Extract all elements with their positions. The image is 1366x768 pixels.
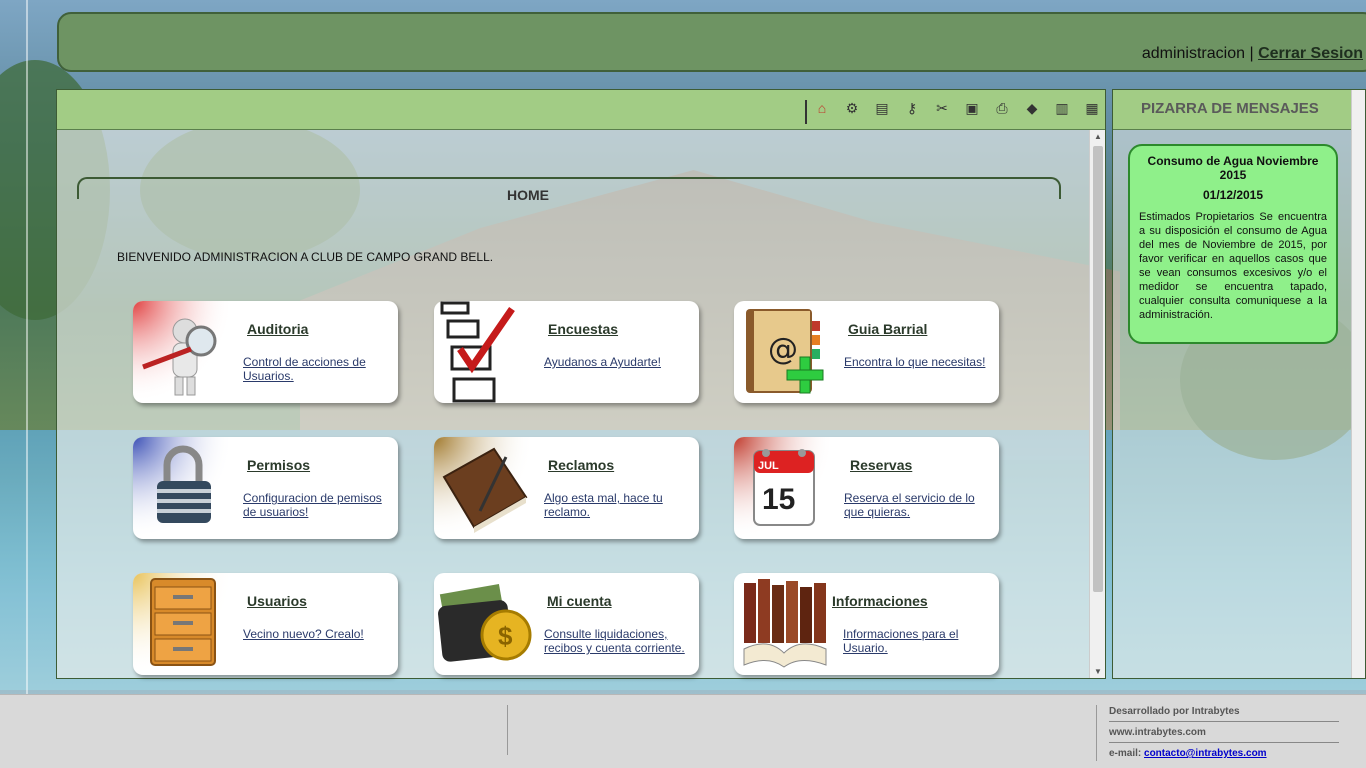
notebook-pen-icon bbox=[434, 437, 534, 539]
card-title[interactable]: Reservas bbox=[850, 457, 912, 473]
card-description[interactable]: Consulte liquidaciones, recibos y cuenta… bbox=[544, 627, 696, 655]
footer-email-label: e-mail: bbox=[1109, 748, 1142, 759]
gear-icon[interactable]: ⚙ bbox=[843, 99, 861, 117]
calendar-month: JUL bbox=[758, 460, 779, 472]
card-description[interactable]: Ayudanos a Ayudarte! bbox=[544, 355, 694, 369]
card-guia-barrial[interactable]: @ Guia Barrial Encontra lo que necesitas… bbox=[734, 301, 999, 403]
toolbar-icons: ⌂ ⚙ ▤ ⚷ ✂ ▣ ⎙ ◆ ▥ ▦ bbox=[813, 99, 1101, 117]
welcome-text: BIENVENIDO ADMINISTRACION A CLUB DE CAMP… bbox=[117, 250, 494, 264]
scroll-up-icon[interactable]: ▲ bbox=[1090, 132, 1106, 141]
scroll-thumb[interactable] bbox=[1093, 146, 1103, 592]
card-description[interactable]: Algo esta mal, hace tu reclamo. bbox=[544, 491, 694, 519]
books-icon bbox=[734, 573, 834, 675]
card-title[interactable]: Auditoria bbox=[247, 321, 308, 337]
card-title[interactable]: Usuarios bbox=[247, 593, 307, 609]
book-icon[interactable]: ▤ bbox=[873, 99, 891, 117]
address-book-icon: @ bbox=[734, 301, 834, 403]
file-cabinet-icon bbox=[133, 573, 233, 675]
magnifier-person-icon bbox=[133, 301, 233, 403]
main-panel: ⌂ ⚙ ▤ ⚷ ✂ ▣ ⎙ ◆ ▥ ▦ HOME BIENVENIDO ADMI… bbox=[56, 89, 1106, 679]
card-permisos[interactable]: Permisos Configuracion de pemisos de usu… bbox=[133, 437, 398, 539]
footer-info: Desarrollado por Intrabytes www.intrabyt… bbox=[1109, 705, 1339, 767]
calculator-icon[interactable]: ▦ bbox=[1083, 99, 1101, 117]
footer-developer: Desarrollado por Intrabytes bbox=[1109, 705, 1339, 722]
card-auditoria[interactable]: Auditoria Control de acciones de Usuario… bbox=[133, 301, 398, 403]
tools-icon[interactable]: ✂ bbox=[933, 99, 951, 117]
card-encuestas[interactable]: Encuestas Ayudanos a Ayudarte! bbox=[434, 301, 699, 403]
card-mi-cuenta[interactable]: $ Mi cuenta Consulte liquidaciones, reci… bbox=[434, 573, 699, 675]
username: administracion bbox=[1141, 45, 1245, 62]
card-title[interactable]: Informaciones bbox=[832, 593, 928, 609]
toolbar-separator bbox=[805, 100, 807, 124]
home-icon[interactable]: ⌂ bbox=[813, 99, 831, 117]
card-description[interactable]: Reserva el servicio de lo que quieras. bbox=[844, 491, 994, 519]
home-frame bbox=[77, 177, 1061, 199]
svg-text:$: $ bbox=[498, 621, 513, 651]
svg-text:@: @ bbox=[768, 332, 798, 367]
card-title[interactable]: Reclamos bbox=[548, 457, 614, 473]
save-icon[interactable]: ▣ bbox=[963, 99, 981, 117]
card-description[interactable]: Encontra lo que necesitas! bbox=[844, 355, 994, 369]
page-title: HOME bbox=[507, 187, 549, 203]
calendar-day: 15 bbox=[762, 483, 795, 516]
logout-link[interactable]: Cerrar Sesion bbox=[1258, 45, 1363, 62]
message-title: Consumo de Agua Noviembre 2015 bbox=[1147, 154, 1319, 182]
card-description[interactable]: Vecino nuevo? Crealo! bbox=[243, 627, 393, 641]
main-scrollbar[interactable]: ▲ ▼ bbox=[1089, 130, 1105, 678]
wallet-coin-icon: $ bbox=[434, 573, 534, 675]
document-icon[interactable]: ▥ bbox=[1053, 99, 1071, 117]
scroll-down-icon[interactable]: ▼ bbox=[1090, 667, 1106, 676]
toolbar: ⌂ ⚙ ▤ ⚷ ✂ ▣ ⎙ ◆ ▥ ▦ bbox=[57, 90, 1105, 130]
message-card: Consumo de Agua Noviembre 2015 01/12/201… bbox=[1128, 144, 1338, 344]
footer-website: www.intrabytes.com bbox=[1109, 726, 1339, 743]
message-body: Estimados Propietarios Se encuentra a su… bbox=[1139, 211, 1327, 321]
board-title: PIZARRA DE MENSAJES bbox=[1113, 90, 1365, 130]
message-date: 01/12/2015 bbox=[1202, 188, 1264, 202]
card-description[interactable]: Control de acciones de Usuarios. bbox=[243, 355, 393, 383]
checklist-icon bbox=[434, 301, 534, 403]
card-reclamos[interactable]: Reclamos Algo esta mal, hace tu reclamo. bbox=[434, 437, 699, 539]
left-edge-line bbox=[26, 0, 28, 694]
padlock-icon bbox=[133, 437, 233, 539]
card-description[interactable]: Informaciones para el Usuario. bbox=[843, 627, 993, 655]
footer-divider bbox=[1096, 705, 1097, 761]
content-area: HOME BIENVENIDO ADMINISTRACION A CLUB DE… bbox=[57, 130, 1089, 678]
footer-email-link[interactable]: contacto@intrabytes.com bbox=[1144, 748, 1267, 759]
footer: Desarrollado por Intrabytes www.intrabyt… bbox=[0, 694, 1366, 768]
key-icon[interactable]: ⚷ bbox=[903, 99, 921, 117]
card-informaciones[interactable]: Informaciones Informaciones para el Usua… bbox=[734, 573, 999, 675]
user-separator: | bbox=[1249, 45, 1254, 62]
message-board: PIZARRA DE MENSAJES Consumo de Agua Novi… bbox=[1112, 89, 1366, 679]
print-icon[interactable]: ⎙ bbox=[993, 99, 1011, 117]
card-title[interactable]: Guia Barrial bbox=[848, 321, 927, 337]
footer-divider bbox=[507, 705, 508, 755]
book-icon[interactable]: ◆ bbox=[1023, 99, 1041, 117]
card-usuarios[interactable]: Usuarios Vecino nuevo? Crealo! bbox=[133, 573, 398, 675]
footer-email-row: e-mail: contacto@intrabytes.com bbox=[1109, 747, 1339, 763]
card-title[interactable]: Permisos bbox=[247, 457, 310, 473]
card-title[interactable]: Mi cuenta bbox=[547, 593, 612, 609]
calendar-icon: JUL 15 bbox=[734, 437, 834, 539]
card-reservas[interactable]: JUL 15 Reservas Reserva el servicio de l… bbox=[734, 437, 999, 539]
board-scrollbar[interactable] bbox=[1351, 90, 1365, 678]
top-header-bar: administracion | Cerrar Sesion bbox=[57, 12, 1366, 72]
card-title[interactable]: Encuestas bbox=[548, 321, 618, 337]
user-area: administracion | Cerrar Sesion bbox=[1142, 45, 1363, 63]
card-description[interactable]: Configuracion de pemisos de usuarios! bbox=[243, 491, 393, 519]
